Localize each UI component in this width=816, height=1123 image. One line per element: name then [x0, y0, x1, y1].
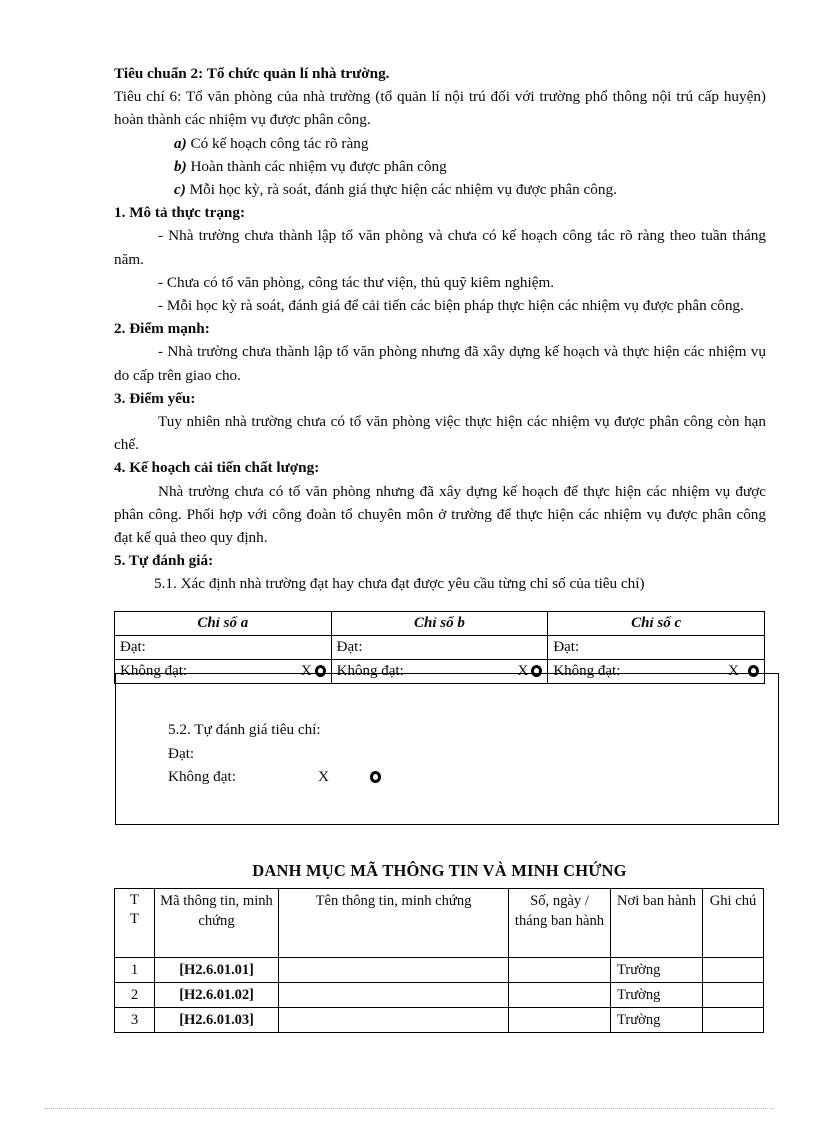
- section-4-paragraph-1: Nhà trường chưa có tổ văn phòng nhưng đã…: [114, 482, 766, 547]
- sub-item-a: a) Có kế hoạch công tác rõ ràng: [114, 132, 766, 155]
- sub-item-b-text: Hoàn thành các nhiệm vụ được phân công: [186, 157, 447, 175]
- evidence-row-1-issue-date[interactable]: [508, 957, 611, 983]
- indicator-pass-b[interactable]: Đạt:: [330, 635, 549, 660]
- sub-item-c-text: Mỗi học kỳ, rà soát, đánh giá thực hiện …: [185, 181, 617, 199]
- section-2-paragraph-1: - Nhà trường chưa thành lập tổ văn phòng…: [114, 343, 766, 384]
- evidence-header-name: Tên thông tin, minh chứng: [278, 888, 509, 958]
- evidence-row-1-note[interactable]: [702, 957, 764, 983]
- section-5-paragraph-1: 5.1. Xác định nhà trường đạt hay chưa đạ…: [154, 575, 645, 593]
- section-1-heading: 1. Mô tả thực trạng:: [114, 204, 246, 222]
- sub-item-a-text: Có kế hoạch công tác rõ ràng: [186, 134, 369, 152]
- evidence-row-2-note[interactable]: [702, 982, 764, 1008]
- evidence-row-3-code: [H2.6.01.03]: [154, 1007, 279, 1033]
- evidence-header-no: T T: [114, 888, 155, 958]
- evidence-row-1-no: 1: [114, 957, 155, 983]
- indicator-pass-row: Đạt: Đạt: Đạt:: [114, 635, 765, 660]
- evidence-row-2-issue-date[interactable]: [508, 982, 611, 1008]
- section-4-heading: 4. Kế hoạch cải tiến chất lượng:: [114, 459, 320, 477]
- evidence-row-3-name[interactable]: [278, 1007, 509, 1033]
- evidence-row-1-code: [H2.6.01.01]: [154, 957, 279, 983]
- evidence-row-2-issuer: Trường: [610, 982, 703, 1008]
- self-assessment-fail-value: X: [318, 768, 329, 785]
- sub-item-a-marker: a): [174, 134, 187, 152]
- document-page: Tiêu chuẩn 2: Tổ chức quản lí nhà trường…: [0, 0, 816, 1123]
- indicator-pass-c[interactable]: Đạt:: [547, 635, 765, 660]
- standard-heading: Tiêu chuẩn 2: Tổ chức quản lí nhà trường…: [114, 65, 390, 82]
- evidence-header-code: Mã thông tin, minh chứng: [154, 888, 279, 958]
- section-3-heading: 3. Điểm yếu:: [114, 389, 196, 407]
- document-body: Tiêu chuẩn 2: Tổ chức quản lí nhà trường…: [114, 62, 766, 596]
- self-assessment-title: 5.2. Tự đánh giá tiêu chí:: [168, 721, 321, 738]
- section-2-heading: 2. Điểm mạnh:: [114, 320, 210, 338]
- evidence-row-3-issue-date[interactable]: [508, 1007, 611, 1033]
- evidence-row-1-name[interactable]: [278, 957, 509, 983]
- section-5-heading: 5. Tự đánh giá:: [114, 552, 214, 570]
- self-assessment-pass-label: Đạt:: [168, 744, 195, 762]
- table-row: 3 [H2.6.01.03] Trường: [114, 1007, 764, 1033]
- evidence-header-issuer: Nơi ban hành: [610, 888, 703, 958]
- self-assessment-box: 5.2. Tự đánh giá tiêu chí: Đạt: Không đạ…: [115, 673, 779, 825]
- section-1-paragraph-2: - Chưa có tổ văn phòng, công tác thư việ…: [158, 273, 555, 291]
- indicator-pass-c-label: Đạt:: [553, 638, 580, 655]
- section-1-paragraph-1: - Nhà trường chưa thành lập tổ văn phòng…: [114, 227, 766, 268]
- evidence-row-2-name[interactable]: [278, 982, 509, 1008]
- self-assessment-fail-label: Không đạt:: [168, 768, 236, 785]
- sub-item-c-marker: c): [174, 181, 186, 199]
- footer-divider: [44, 1108, 774, 1109]
- indicator-pass-a[interactable]: Đạt:: [114, 635, 332, 660]
- section-3-paragraph-1: Tuy nhiên nhà trường chưa có tổ văn phòn…: [114, 413, 766, 454]
- indicator-pass-a-label: Đạt:: [120, 638, 146, 655]
- evidence-row-3-no: 3: [114, 1007, 155, 1033]
- table-row: 1 [H2.6.01.01] Trường: [114, 957, 764, 983]
- evidence-header-row: T T Mã thông tin, minh chứng Tên thông t…: [114, 888, 764, 958]
- evidence-list-title: DANH MỤC MÃ THÔNG TIN VÀ MINH CHỨNG: [252, 861, 627, 880]
- section-1-paragraph-3: - Mỗi học kỳ rà soát, đánh giá để cải ti…: [158, 297, 744, 315]
- self-assessment-fail-row[interactable]: Không đạt: X: [168, 765, 381, 789]
- evidence-row-3-note[interactable]: [702, 1007, 764, 1033]
- evidence-header-issue-date: Số, ngày / tháng ban hành: [508, 888, 611, 958]
- evidence-row-3-issuer: Trường: [610, 1007, 703, 1033]
- sub-item-b: b) Hoàn thành các nhiệm vụ được phân côn…: [114, 155, 766, 178]
- evidence-header-note: Ghi chú: [702, 888, 764, 958]
- evidence-row-2-code: [H2.6.01.02]: [154, 982, 279, 1008]
- self-assessment-pass-row[interactable]: Đạt:: [168, 742, 381, 766]
- indicator-header-a: Chỉ số a: [114, 611, 332, 636]
- sub-item-c: c) Mỗi học kỳ, rà soát, đánh giá thực hi…: [114, 178, 766, 201]
- table-row: 2 [H2.6.01.02] Trường: [114, 982, 764, 1008]
- indicator-header-b: Chỉ số b: [330, 611, 549, 636]
- evidence-table: T T Mã thông tin, minh chứng Tên thông t…: [114, 888, 764, 1033]
- indicator-header-row: Chỉ số a Chỉ số b Chỉ số c: [114, 611, 765, 636]
- evidence-row-1-issuer: Trường: [610, 957, 703, 983]
- indicator-header-c: Chỉ số c: [547, 611, 765, 636]
- indicator-pass-b-label: Đạt:: [336, 638, 363, 655]
- evidence-row-2-no: 2: [114, 982, 155, 1008]
- evidence-header-no-line1: T: [130, 892, 139, 908]
- criterion-intro: Tiêu chí 6: Tổ văn phòng của nhà trường …: [114, 88, 766, 129]
- sub-item-b-marker: b): [174, 157, 187, 175]
- filled-ring-marker-icon: [370, 770, 381, 783]
- self-assessment-content: 5.2. Tự đánh giá tiêu chí: Đạt: Không đạ…: [168, 718, 381, 789]
- evidence-header-no-line2: T: [130, 911, 139, 927]
